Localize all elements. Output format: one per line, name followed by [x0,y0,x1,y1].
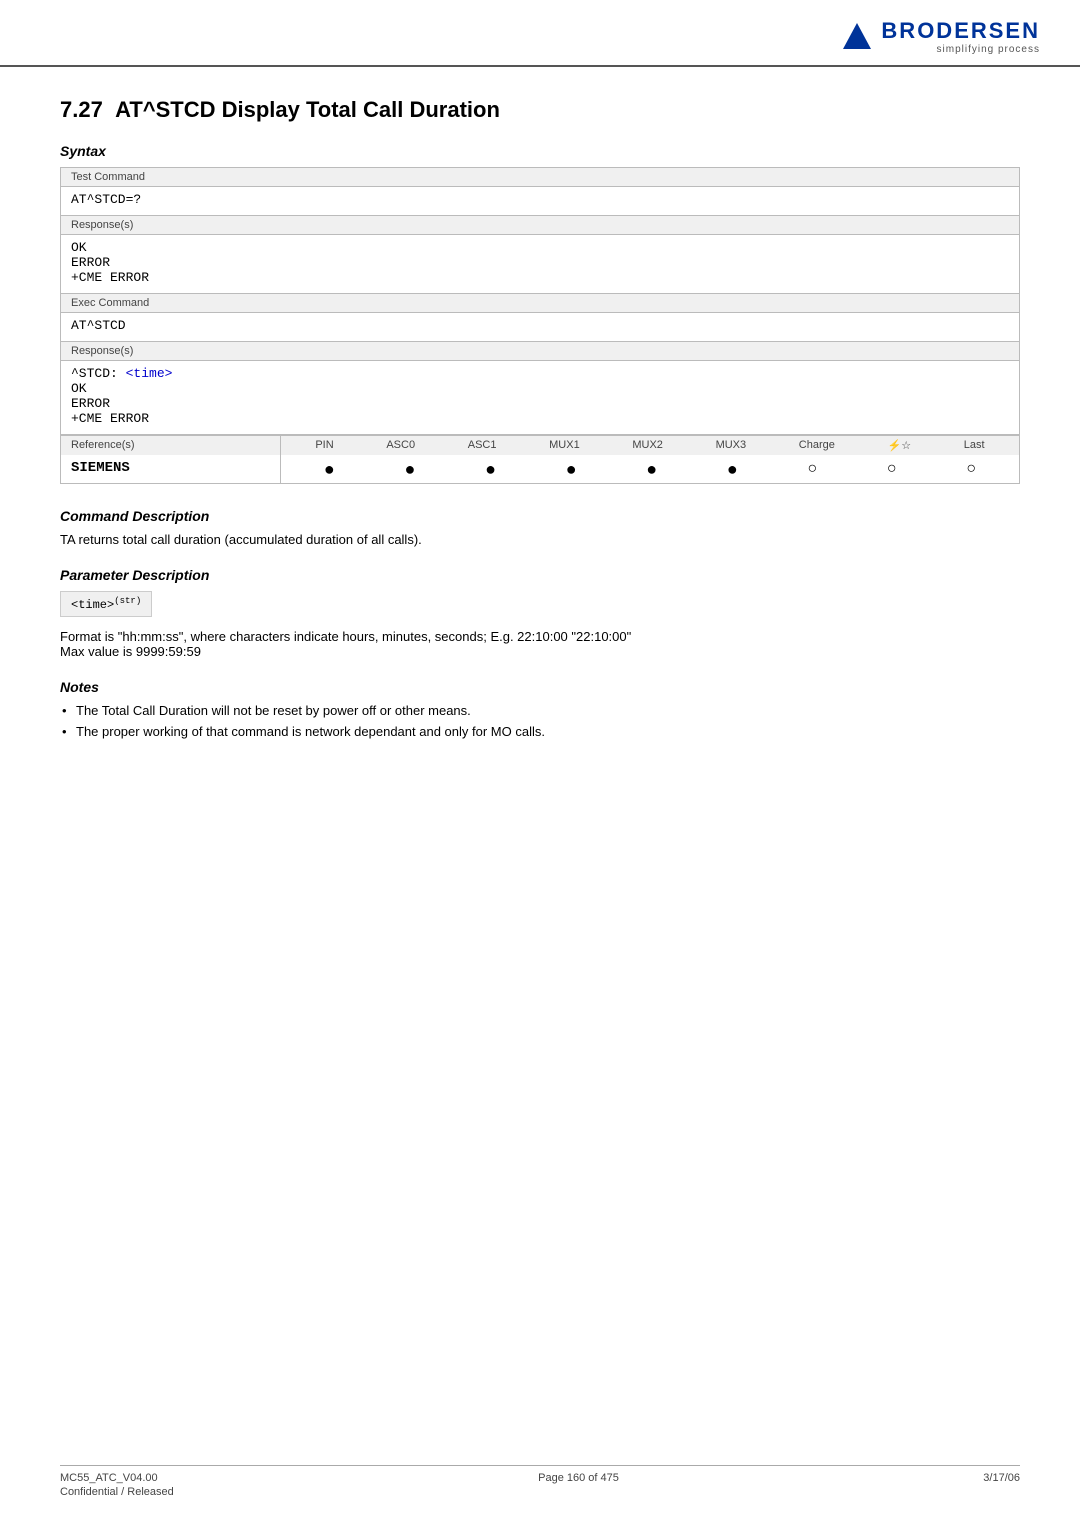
command-description-text: TA returns total call duration (accumula… [60,532,1020,547]
notes-heading: Notes [60,679,1020,695]
dot-pin: ● [324,460,335,478]
logo-tagline: simplifying process [937,44,1040,55]
test-response-value: OKERROR+CME ERROR [61,235,1019,294]
logo-wrapper: BRODERSEN simplifying process [841,18,1040,55]
note-item-1: The Total Call Duration will not be rese… [60,703,1020,718]
dot-last: ○ [966,461,976,477]
col-header-signal: ⚡☆ [888,439,912,452]
command-description-section: Command Description TA returns total cal… [60,508,1020,547]
dot-charge: ○ [808,461,818,477]
test-command-label: Test Command [61,168,1019,187]
syntax-block: Test Command AT^STCD=? Response(s) OKERR… [60,167,1020,484]
notes-section: Notes The Total Call Duration will not b… [60,679,1020,739]
col-header-mux2: MUX2 [632,439,663,452]
col-header-mux3: MUX3 [716,439,747,452]
col-header-asc1: ASC1 [468,439,497,452]
dot-asc1: ● [485,460,496,478]
section-title: 7.27 AT^STCD Display Total Call Duration [60,97,1020,123]
col-header-pin: PIN [315,439,333,452]
note-item-2: The proper working of that command is ne… [60,724,1020,739]
footer-left: MC55_ATC_V04.00 Confidential / Released [60,1472,174,1498]
col-header-mux1: MUX1 [549,439,580,452]
references-col-header: Reference(s) [61,436,281,455]
footer-date: 3/17/06 [983,1472,1020,1498]
ref-data-row: SIEMENS ● ● ● ● ● ● ○ ○ ○ [61,455,1019,483]
main-content: 7.27 AT^STCD Display Total Call Duration… [0,67,1080,819]
ref-dots: ● ● ● ● ● ● ○ ○ ○ [281,455,1019,483]
param-code-block: <time>(str) [60,591,152,617]
param-desc-text: Format is "hh:mm:ss", where characters i… [60,629,1020,659]
page-footer: MC55_ATC_V04.00 Confidential / Released … [60,1465,1020,1498]
exec-response-label: Response(s) [61,342,1019,361]
dot-mux3: ● [727,460,738,478]
param-label: <time> [71,598,114,612]
command-description-heading: Command Description [60,508,1020,524]
notes-list: The Total Call Duration will not be rese… [60,703,1020,739]
logo-area: BRODERSEN simplifying process [881,18,1040,55]
test-response-label: Response(s) [61,216,1019,235]
col-header-last: Last [964,439,985,452]
logo-icon [841,21,873,53]
col-header-asc0: ASC0 [386,439,415,452]
parameter-description-section: Parameter Description <time>(str) Format… [60,567,1020,659]
col-headers-row: Reference(s) PIN ASC0 ASC1 MUX1 MUX2 MUX… [61,435,1019,455]
parameter-description-heading: Parameter Description [60,567,1020,583]
param-superscript: (str) [114,596,141,606]
col-header-charge: Charge [799,439,835,452]
exec-command-label: Exec Command [61,294,1019,313]
ref-name: SIEMENS [61,455,281,483]
exec-command-value: AT^STCD [61,313,1019,342]
test-command-value: AT^STCD=? [61,187,1019,216]
footer-page-info: Page 160 of 475 [538,1472,619,1498]
syntax-heading: Syntax [60,143,1020,159]
dot-mux1: ● [566,460,577,478]
data-col-headers: PIN ASC0 ASC1 MUX1 MUX2 MUX3 Charge ⚡☆ L… [281,436,1019,455]
exec-response-value: ^STCD: <time>OKERROR+CME ERROR [61,361,1019,435]
logo-text: BRODERSEN [881,18,1040,44]
footer-doc-name: MC55_ATC_V04.00 [60,1472,174,1484]
footer-doc-status: Confidential / Released [60,1486,174,1498]
dot-asc0: ● [404,460,415,478]
dot-mux2: ● [646,460,657,478]
page-header: BRODERSEN simplifying process [0,0,1080,67]
dot-signal: ○ [887,461,897,477]
